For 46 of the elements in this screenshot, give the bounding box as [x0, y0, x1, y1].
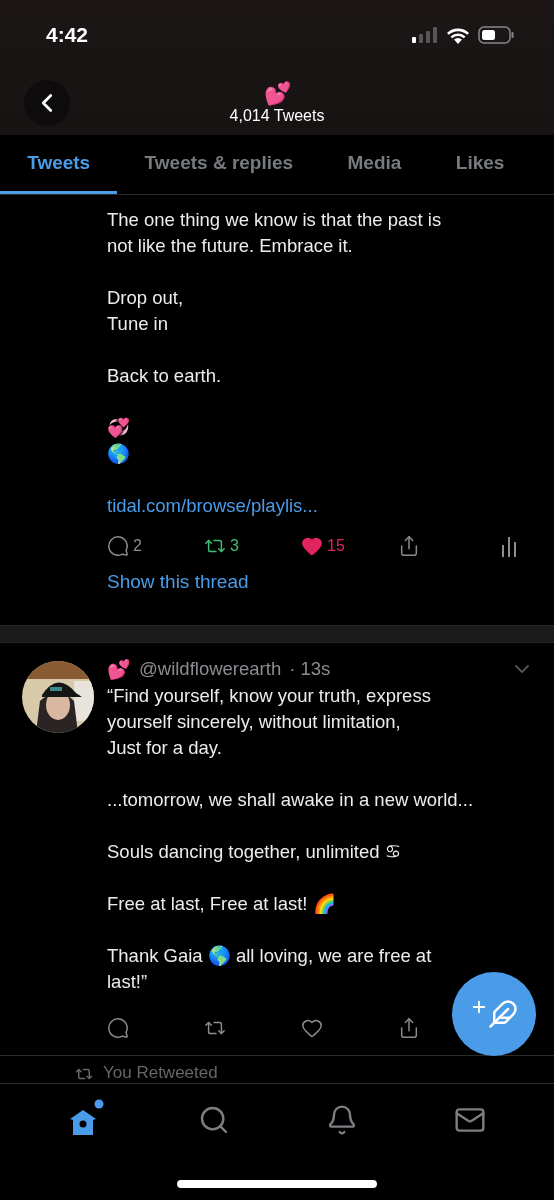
reply-button[interactable]: 2 [107, 535, 142, 557]
wifi-icon [446, 26, 470, 44]
tweet-text: The one thing we know is that the past is not like the future. Embrace it. [107, 208, 443, 258]
bell-icon [326, 1103, 358, 1136]
heart-icon [301, 1017, 323, 1039]
tweet-text: Drop out, Tune in [107, 286, 185, 336]
show-thread-link[interactable]: Show this thread [107, 571, 534, 593]
reply-icon [107, 535, 129, 557]
tweet-text: Thank Gaia 🌎 all loving, we are free at last!” [107, 944, 433, 994]
retweet-button[interactable]: 3 [204, 535, 239, 557]
home-tab[interactable] [68, 1102, 102, 1137]
tweet-text: 💞 🌎 [107, 416, 131, 466]
like-button[interactable] [301, 1017, 323, 1039]
heart-icon [301, 535, 323, 557]
profile-tab[interactable]: Tweets & replies [117, 135, 321, 194]
analytics-button[interactable] [500, 535, 518, 557]
feather-icon [488, 999, 518, 1029]
tweet-text: Free at last, Free at last! 🌈 [107, 892, 337, 916]
profile-tab[interactable]: Media [320, 135, 429, 194]
back-button[interactable] [24, 79, 70, 126]
plus-icon [470, 998, 488, 1016]
tweet-text: Back to earth. [107, 364, 223, 388]
like-button[interactable]: 15 [301, 535, 345, 557]
user-handle: @wildflowerearth [139, 658, 282, 680]
tweet-count: 4,014 Tweets [229, 106, 325, 125]
profile-tab[interactable]: Tweets [0, 135, 118, 194]
share-button[interactable] [398, 1017, 420, 1039]
retweet-notice: You Retweeted [103, 1063, 218, 1083]
share-icon [398, 1017, 420, 1039]
tweet-text: “Find yourself, know your truth, express yourself sincerely, without limitation, Just for a day. [107, 684, 432, 760]
signal-icon [412, 27, 438, 43]
profile-tab[interactable]: Likes [428, 135, 532, 194]
reply-icon [107, 1017, 129, 1039]
share-icon [398, 535, 420, 557]
tweet-text: ...tomorrow, we shall awake in a new world... [107, 788, 475, 812]
reply-button[interactable] [107, 1017, 129, 1039]
battery-icon [478, 26, 514, 44]
tweet-link[interactable]: tidal.com/browse/playlis... [107, 493, 534, 519]
status-time: 4:42 [46, 23, 89, 47]
tweet-time: · 13s [289, 658, 331, 680]
profile-name: 💕 [263, 80, 291, 107]
user-name: 💕 [107, 657, 131, 681]
tweet-text: Souls dancing together, unlimited ♋ [107, 840, 403, 864]
analytics-icon [500, 535, 518, 557]
share-button[interactable] [398, 535, 420, 557]
notifications-tab[interactable] [326, 1103, 358, 1136]
